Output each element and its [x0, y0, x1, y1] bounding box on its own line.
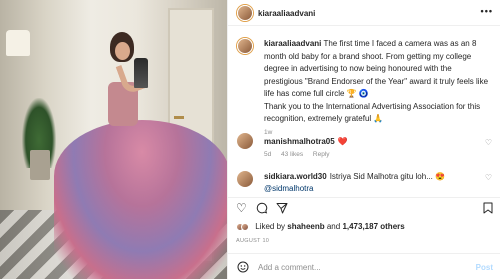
caption-username[interactable]: kiaraaliaadvani [264, 39, 321, 48]
post-date: AUGUST 10 [236, 238, 270, 244]
comment-reply[interactable]: Reply [313, 151, 330, 158]
commenter-avatar[interactable] [237, 171, 253, 187]
post-panel: kiaraaliaadvani ••• kiaraaliaadvani The … [227, 0, 500, 279]
caption-line: prestigious "Brand Endorser of the Year"… [264, 76, 489, 86]
comment-meta: 5d 43 likes Reply [264, 151, 338, 158]
comment-body: Istriya Sid Malhotra gitu loh... 😍 [329, 172, 446, 181]
author-username[interactable]: kiaraaliaadvani [258, 9, 315, 18]
commenter-avatar[interactable] [237, 133, 253, 149]
add-comment-bar: Add a comment... Post [228, 253, 500, 279]
liker-avatar [241, 222, 249, 231]
caption-line: life has come full circle 🏆 🧿 [264, 89, 369, 98]
comment-likes[interactable]: 43 likes [281, 151, 303, 158]
wall-lamp [6, 30, 30, 56]
caption-line: Thank you to the International Advertisi… [264, 101, 481, 111]
emoji-icon[interactable] [237, 261, 249, 273]
plant-pot [30, 150, 50, 180]
comment: sidkiara.world30 Istriya Sid Malhotra git… [264, 171, 445, 195]
post-photo[interactable] [0, 0, 227, 279]
heart-icon[interactable]: ♡ [236, 202, 247, 214]
caption-line: The first time I faced a camera was as a… [323, 39, 477, 48]
comment: manishmalhotra05 ❤️ [264, 137, 348, 146]
share-icon[interactable] [276, 202, 288, 214]
likes-summary: Liked by shaheenb and 1,473,187 others [236, 222, 405, 231]
caption-line: recognition, extremely grateful 🙏 [264, 114, 384, 123]
face [115, 42, 130, 60]
comment-icon[interactable] [256, 202, 268, 214]
caption-line: month old baby for a brand shoot. From g… [264, 51, 472, 61]
more-icon[interactable]: ••• [481, 6, 493, 16]
comment-mention[interactable]: @sidmalhotra [264, 184, 313, 193]
likes-and: and [326, 222, 341, 231]
comment-username[interactable]: sidkiara.world30 [264, 172, 327, 181]
author-avatar[interactable] [237, 5, 253, 21]
comment-input[interactable]: Add a comment... [258, 263, 321, 272]
comment-like-heart-icon[interactable]: ♡ [485, 138, 492, 147]
gown [54, 120, 227, 279]
post-button[interactable]: Post [476, 263, 493, 272]
caption-line: degree in advertising to now being honou… [264, 64, 452, 73]
likes-prefix: Liked by [255, 222, 286, 231]
comment-like-heart-icon[interactable]: ♡ [485, 173, 492, 182]
caption-time: 1w [264, 129, 273, 136]
caption: kiaraaliaadvani The first time I faced a… [264, 38, 496, 126]
trophy [134, 58, 148, 88]
comment-time: 5d [264, 151, 272, 158]
action-bar: ♡ [228, 197, 500, 217]
comment-body: ❤️ [337, 137, 348, 146]
likes-others[interactable]: 1,473,187 others [342, 222, 404, 231]
comment-username[interactable]: manishmalhotra05 [264, 137, 335, 146]
post-header: kiaraaliaadvani ••• [228, 0, 500, 26]
likes-user[interactable]: shaheenb [287, 222, 324, 231]
caption-avatar[interactable] [237, 38, 253, 54]
bookmark-icon[interactable] [483, 202, 493, 214]
